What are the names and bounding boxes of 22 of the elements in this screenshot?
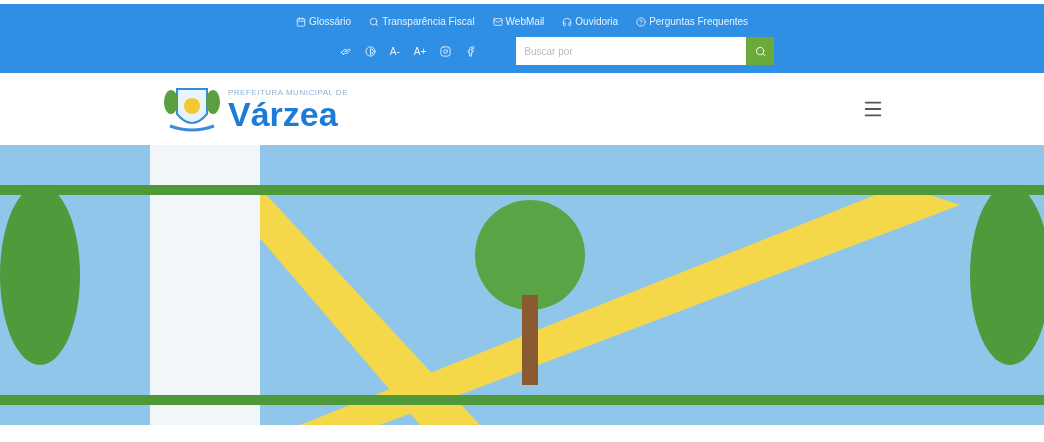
logo-name: Várzea [228,96,338,131]
logo-tagline: PREFEITURA MUNICIPAL DE [228,87,348,97]
top-link-label: WebMail [505,16,545,27]
hand-icon[interactable] [339,45,351,57]
top-link[interactable]: WebMail [492,16,545,27]
search-field[interactable]: Buscar por [516,37,747,65]
mail-icon [492,16,503,27]
calendar-icon [295,16,306,27]
font-size-button[interactable]: A- [389,45,400,57]
headset-icon [562,16,573,27]
facebook-icon[interactable] [465,45,477,57]
top-link[interactable]: Glossário [295,16,352,27]
search-button[interactable] [746,37,775,65]
search-icon [754,45,766,57]
top-link[interactable]: Ouvidoria [562,16,619,27]
top-link-label: Ouvidoria [575,16,619,27]
help-icon [636,16,647,27]
search-icon [369,16,380,27]
top-link-label: Glossário [308,16,352,27]
instagram-icon[interactable] [440,45,452,57]
font-size-button[interactable]: A+ [413,45,427,57]
contrast-icon[interactable] [364,45,376,57]
